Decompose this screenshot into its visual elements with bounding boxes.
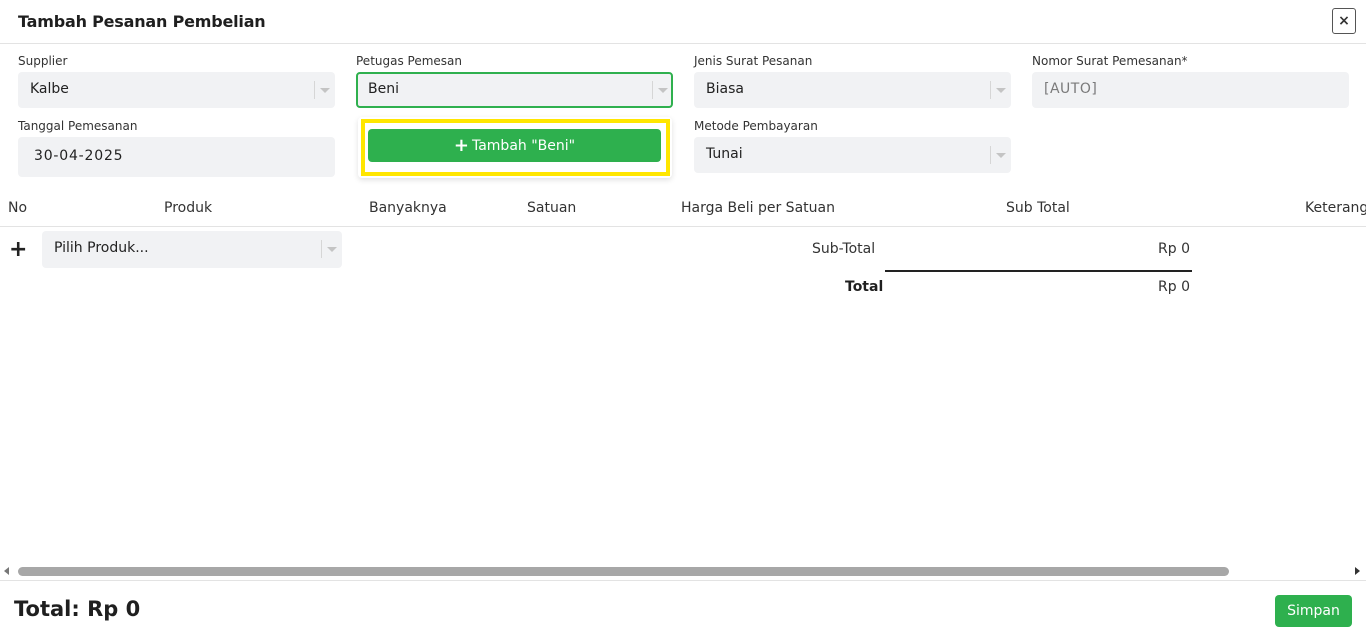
add-petugas-option[interactable]: + Tambah "Beni" xyxy=(368,129,661,162)
dialog-title: Tambah Pesanan Pembelian xyxy=(18,12,266,31)
scroll-left-icon[interactable] xyxy=(4,567,9,575)
chevron-down-icon[interactable] xyxy=(320,88,330,93)
add-row-icon[interactable]: + xyxy=(9,237,27,262)
petugas-select[interactable]: Beni xyxy=(356,72,673,108)
nomor-surat-label: Nomor Surat Pemesanan* xyxy=(1032,54,1188,68)
total-label: Total xyxy=(845,279,884,295)
metode-select[interactable]: Tunai xyxy=(694,137,1011,173)
close-icon: × xyxy=(1338,13,1350,29)
close-button[interactable]: × xyxy=(1332,8,1356,34)
petugas-label: Petugas Pemesan xyxy=(356,54,463,68)
column-header-no: No xyxy=(8,200,28,216)
metode-value: Tunai xyxy=(706,146,743,162)
subtotal-value: Rp 0 xyxy=(1158,241,1190,257)
footer-total: Total: Rp 0 xyxy=(14,597,141,621)
tanggal-value: 30-04-2025 xyxy=(34,148,124,164)
summary-divider xyxy=(885,270,1192,272)
select-separator xyxy=(990,81,991,99)
select-separator xyxy=(314,81,315,99)
nomor-surat-value: [AUTO] xyxy=(1044,81,1098,97)
save-button[interactable]: Simpan xyxy=(1275,595,1352,627)
column-header-banyaknya: Banyaknya xyxy=(369,200,447,216)
column-header-keterangan: Keterang xyxy=(1305,200,1366,216)
dialog-footer: Total: Rp 0 Simpan xyxy=(0,580,1366,640)
column-header-harga: Harga Beli per Satuan xyxy=(681,200,835,216)
tanggal-label: Tanggal Pemesanan xyxy=(18,119,138,133)
tanggal-input[interactable]: 30-04-2025 xyxy=(18,137,335,177)
product-select[interactable]: Pilih Produk... xyxy=(42,231,342,268)
subtotal-label: Sub-Total xyxy=(812,241,876,257)
jenis-surat-value: Biasa xyxy=(706,81,744,97)
jenis-surat-label: Jenis Surat Pesanan xyxy=(694,54,813,68)
table-header-divider xyxy=(0,226,1366,227)
chevron-down-icon[interactable] xyxy=(996,88,1006,93)
nomor-surat-input[interactable]: [AUTO] xyxy=(1032,72,1349,108)
select-separator xyxy=(321,240,322,258)
petugas-input-value[interactable]: Beni xyxy=(368,81,399,97)
supplier-label: Supplier xyxy=(18,54,68,68)
select-separator xyxy=(652,81,653,99)
column-header-subtotal: Sub Total xyxy=(1006,200,1070,216)
total-value: Rp 0 xyxy=(1158,279,1190,295)
supplier-select[interactable]: Kalbe xyxy=(18,72,335,108)
plus-icon: + xyxy=(453,135,469,156)
chevron-down-icon[interactable] xyxy=(996,153,1006,158)
select-separator xyxy=(990,146,991,164)
add-petugas-label: Tambah "Beni" xyxy=(471,138,576,154)
chevron-down-icon[interactable] xyxy=(327,247,337,252)
column-header-produk: Produk xyxy=(164,200,213,216)
metode-label: Metode Pembayaran xyxy=(694,119,818,133)
jenis-surat-select[interactable]: Biasa xyxy=(694,72,1011,108)
column-header-satuan: Satuan xyxy=(527,200,577,216)
chevron-down-icon[interactable] xyxy=(658,88,668,93)
scroll-right-icon[interactable] xyxy=(1355,567,1360,575)
dialog-header: Tambah Pesanan Pembelian × xyxy=(0,0,1366,44)
supplier-value: Kalbe xyxy=(30,81,69,97)
horizontal-scrollbar[interactable] xyxy=(0,562,1366,580)
scrollbar-thumb[interactable] xyxy=(18,567,1229,576)
product-placeholder: Pilih Produk... xyxy=(54,240,149,256)
